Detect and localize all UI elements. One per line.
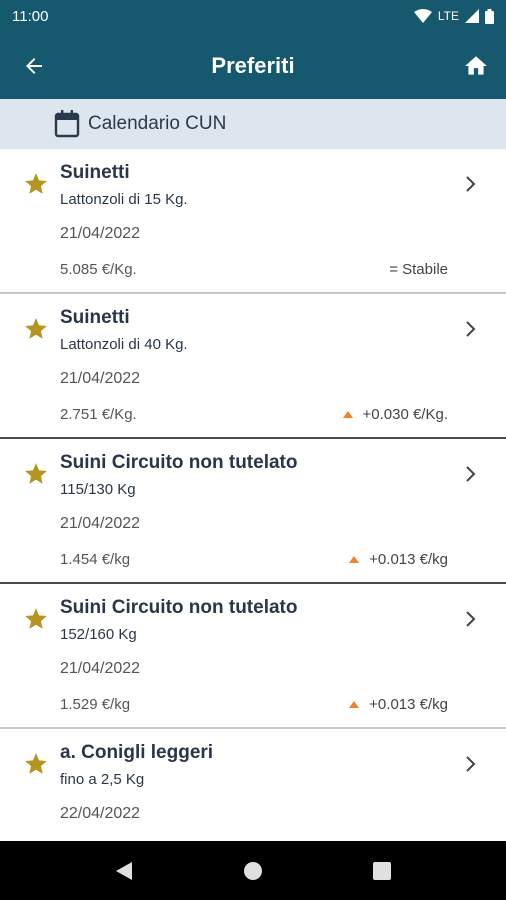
chevron-right-icon	[466, 756, 476, 772]
calendar-label: Calendario CUN	[88, 113, 227, 134]
back-arrow-icon	[26, 58, 42, 74]
home-button[interactable]	[460, 50, 492, 82]
item-title: Suini Circuito non tutelato	[60, 597, 298, 618]
signal-icon	[465, 9, 479, 23]
nav-home-icon	[243, 861, 262, 880]
chevron-right-icon	[466, 176, 476, 192]
item-title: a. Conigli leggeri	[60, 742, 214, 763]
item-price: 2.751 €/Kg.	[60, 406, 137, 423]
item-subtitle: 152/160 Kg	[60, 626, 137, 643]
star-icon[interactable]	[23, 316, 49, 342]
item-change: +0.030 €/Kg.	[342, 406, 449, 423]
list-item[interactable]: Suini Circuito non tutelato 152/160 Kg 2…	[0, 584, 506, 729]
item-price: 1.454 €/kg	[60, 551, 131, 568]
item-price: 1.529 €/kg	[60, 696, 131, 713]
star-icon[interactable]	[23, 606, 49, 632]
back-button[interactable]	[18, 50, 50, 82]
list-item[interactable]: Suinetti Lattonzoli di 15 Kg. 21/04/2022…	[0, 149, 506, 294]
item-title: Suinetti	[60, 162, 130, 183]
item-change: +0.013 €/kg	[349, 551, 448, 568]
status-time: 11:00	[12, 7, 49, 25]
page-title: Preferiti	[211, 52, 295, 78]
list-item[interactable]: a. Conigli leggeri fino a 2,5 Kg 22/04/2…	[0, 729, 506, 841]
list-item[interactable]: Suinetti Lattonzoli di 40 Kg. 21/04/2022…	[0, 294, 506, 439]
change-value: +0.030 €/Kg.	[362, 406, 449, 423]
calendar-cun-button[interactable]: Calendario CUN	[0, 99, 506, 149]
chevron-right-icon	[466, 321, 476, 337]
status-bar: 11:00 LTE	[0, 0, 506, 32]
item-title: Suini Circuito non tutelato	[60, 452, 298, 473]
item-change: = Stabile	[389, 261, 448, 278]
chevron-right-icon	[466, 611, 476, 627]
item-date: 21/04/2022	[60, 225, 141, 242]
star-icon[interactable]	[23, 751, 49, 777]
calendar-icon	[54, 110, 80, 138]
trend-up-icon	[342, 411, 353, 418]
battery-icon	[485, 8, 494, 24]
change-value: +0.013 €/kg	[369, 551, 448, 568]
item-subtitle: Lattonzoli di 15 Kg.	[60, 191, 188, 208]
nav-home-button[interactable]	[233, 851, 273, 891]
nav-back-icon	[116, 861, 133, 880]
item-date: 21/04/2022	[60, 660, 141, 677]
app-bar: Preferiti	[0, 32, 506, 99]
item-change: +0.013 €/kg	[349, 696, 448, 713]
trend-up-icon	[349, 556, 360, 563]
change-value: = Stabile	[389, 261, 448, 278]
wifi-icon	[413, 9, 432, 23]
home-icon	[465, 56, 487, 75]
item-date: 21/04/2022	[60, 515, 141, 532]
system-nav-bar	[0, 841, 506, 900]
nav-recents-icon	[372, 861, 391, 880]
item-subtitle: fino a 2,5 Kg	[60, 771, 145, 788]
item-date: 22/04/2022	[60, 805, 141, 822]
list-item[interactable]: Suini Circuito non tutelato 115/130 Kg 2…	[0, 439, 506, 584]
network-label: LTE	[437, 9, 459, 23]
item-title: Suinetti	[60, 307, 130, 328]
item-date: 21/04/2022	[60, 370, 141, 387]
item-subtitle: Lattonzoli di 40 Kg.	[60, 336, 188, 353]
nav-recents-button[interactable]	[362, 851, 402, 891]
change-value: +0.013 €/kg	[369, 696, 448, 713]
trend-up-icon	[349, 701, 360, 708]
star-icon[interactable]	[23, 461, 49, 487]
item-subtitle: 115/130 Kg	[60, 481, 136, 498]
item-price: 5.085 €/Kg.	[60, 261, 137, 278]
favorites-list: Suinetti Lattonzoli di 15 Kg. 21/04/2022…	[0, 149, 506, 841]
nav-back-button[interactable]	[104, 851, 144, 891]
chevron-right-icon	[466, 466, 476, 482]
star-icon[interactable]	[23, 171, 49, 197]
status-icons: LTE	[413, 8, 494, 24]
